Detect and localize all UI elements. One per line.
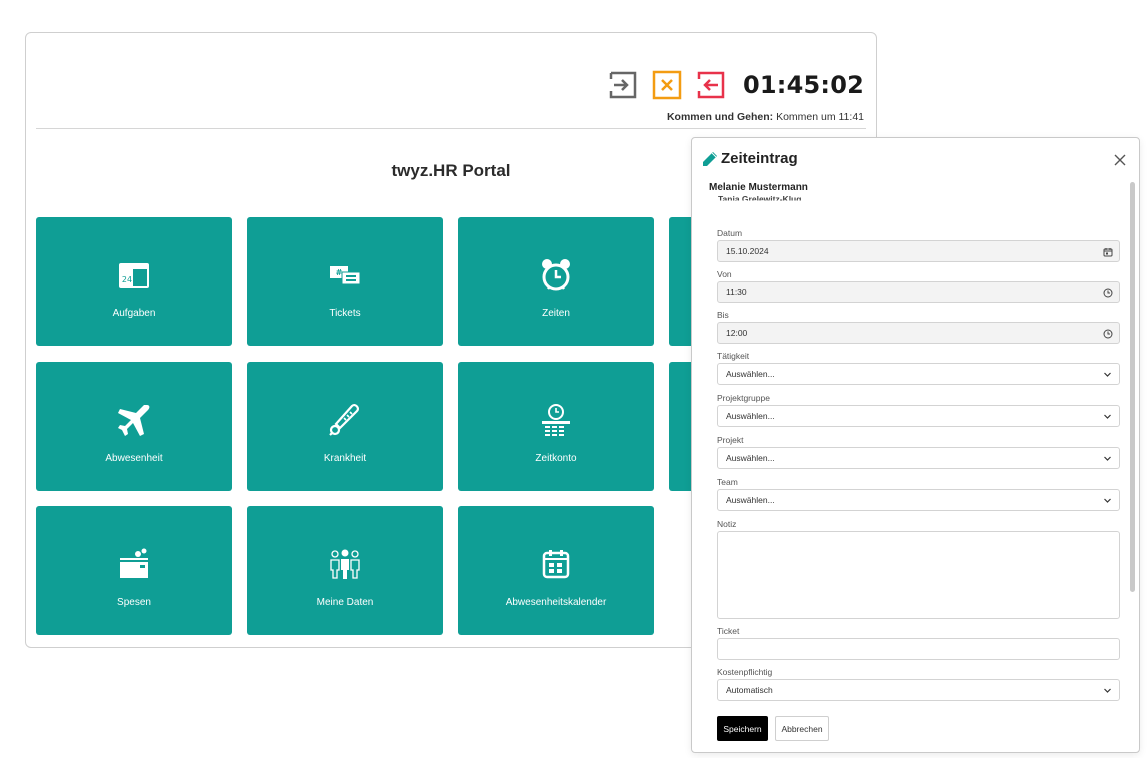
- close-button[interactable]: [1113, 153, 1127, 167]
- team-select[interactable]: Auswählen...: [717, 489, 1120, 511]
- projektgruppe-label: Projektgruppe: [717, 393, 770, 403]
- airplane-icon: [118, 405, 150, 436]
- tile-label: Tickets: [329, 308, 361, 319]
- calendar-picker-icon[interactable]: [1102, 246, 1113, 257]
- bis-value: 12:00: [726, 328, 748, 338]
- pencil-icon: [703, 151, 717, 166]
- kommen-gehen-value: Kommen um 11:41: [776, 111, 864, 123]
- kostenpflichtig-value: Automatisch: [726, 685, 773, 695]
- team-value: Auswählen...: [726, 495, 775, 505]
- von-label: Von: [717, 269, 732, 279]
- time-tracking-controls: 01:45:02: [607, 69, 864, 101]
- tile-label: Spesen: [117, 597, 151, 608]
- tile-zeitkonto[interactable]: Zeitkonto: [458, 362, 654, 491]
- user-name: Melanie Mustermann: [709, 182, 808, 193]
- secondary-user-name: Tanja Grelewitz-Klug: [718, 194, 802, 204]
- team-label: Team: [717, 477, 738, 487]
- taetigkeit-label: Tätigkeit: [717, 351, 750, 361]
- datum-label: Datum: [717, 228, 743, 238]
- svg-text:24: 24: [122, 275, 132, 284]
- ticket-label: Ticket: [717, 626, 740, 636]
- elapsed-time-clock: 01:45:02: [743, 71, 864, 99]
- tile-label: Aufgaben: [112, 308, 156, 319]
- tile-label: Abwesenheit: [105, 453, 163, 464]
- clock-icon[interactable]: [1102, 328, 1113, 339]
- tile-label: Krankheit: [323, 453, 367, 464]
- gehen-button[interactable]: [695, 69, 727, 101]
- kommen-gehen-status: Kommen und Gehen: Kommen um 11:41: [667, 111, 864, 123]
- portal-header: 01:45:02 Kommen und Gehen: Kommen um 11:…: [36, 33, 866, 129]
- chevron-down-icon: [1102, 685, 1113, 696]
- kostenpflichtig-select[interactable]: Automatisch: [717, 679, 1120, 701]
- tile-abwesenheit[interactable]: Abwesenheit: [36, 362, 232, 491]
- notiz-textarea[interactable]: [717, 531, 1120, 619]
- projekt-value: Auswählen...: [726, 453, 775, 463]
- tile-zeiten[interactable]: Zeiten: [458, 217, 654, 346]
- datum-value: 15.10.2024: [726, 246, 769, 256]
- tile-spesen[interactable]: Spesen: [36, 506, 232, 635]
- kostenpflichtig-label: Kostenpflichtig: [717, 667, 773, 677]
- calendar-24-icon: 24: [119, 263, 149, 288]
- alarm-clock-icon: [542, 259, 570, 291]
- modal-scrollbar[interactable]: [1130, 182, 1135, 592]
- cancel-time-button[interactable]: [651, 69, 683, 101]
- sign-in-icon: [609, 71, 637, 99]
- sign-out-icon: [697, 71, 725, 99]
- tile-abwesenheitskalender[interactable]: Abwesenheitskalender: [458, 506, 654, 635]
- tile-label: Abwesenheitskalender: [505, 597, 607, 608]
- datum-field[interactable]: 15.10.2024: [717, 240, 1120, 262]
- chevron-down-icon: [1102, 411, 1113, 422]
- von-value: 11:30: [726, 287, 747, 297]
- taetigkeit-value: Auswählen...: [726, 369, 775, 379]
- bis-label: Bis: [717, 310, 729, 320]
- modal-title: Zeiteintrag: [721, 150, 798, 167]
- modal-header: Zeiteintrag: [702, 150, 798, 167]
- chevron-down-icon: [1102, 453, 1113, 464]
- tile-meine-daten[interactable]: Meine Daten: [247, 506, 443, 635]
- tile-krankheit[interactable]: Krankheit: [247, 362, 443, 491]
- tile-label: Zeiten: [542, 308, 570, 319]
- wallet-coins-icon: [120, 548, 148, 578]
- thermometer-icon: [329, 404, 359, 436]
- chevron-down-icon: [1102, 495, 1113, 506]
- taetigkeit-select[interactable]: Auswählen...: [717, 363, 1120, 385]
- calendar-icon: [542, 550, 570, 579]
- time-account-icon: [542, 404, 570, 436]
- von-field[interactable]: 11:30: [717, 281, 1120, 303]
- projektgruppe-value: Auswählen...: [726, 411, 775, 421]
- chevron-down-icon: [1102, 369, 1113, 380]
- kommen-gehen-label: Kommen und Gehen:: [666, 111, 774, 123]
- tile-label: Zeitkonto: [535, 453, 577, 464]
- kommen-button[interactable]: [607, 69, 639, 101]
- projekt-select[interactable]: Auswählen...: [717, 447, 1120, 469]
- zeiteintrag-modal: Zeiteintrag Tanja Grelewitz-Klug Melanie…: [691, 137, 1140, 753]
- close-box-icon: [652, 70, 682, 100]
- clock-icon[interactable]: [1102, 287, 1113, 298]
- cancel-button[interactable]: Abbrechen: [775, 716, 829, 741]
- save-button[interactable]: Speichern: [717, 716, 768, 741]
- tile-label: Meine Daten: [316, 597, 374, 608]
- projektgruppe-select[interactable]: Auswählen...: [717, 405, 1120, 427]
- people-icon: [330, 549, 360, 579]
- tile-aufgaben[interactable]: 24 Aufgaben: [36, 217, 232, 346]
- ticket-input[interactable]: [717, 638, 1120, 660]
- projekt-label: Projekt: [717, 435, 744, 445]
- tickets-icon: #: [330, 266, 361, 285]
- close-icon: [1114, 154, 1126, 166]
- bis-field[interactable]: 12:00: [717, 322, 1120, 344]
- tile-tickets[interactable]: # Tickets: [247, 217, 443, 346]
- notiz-label: Notiz: [717, 519, 737, 529]
